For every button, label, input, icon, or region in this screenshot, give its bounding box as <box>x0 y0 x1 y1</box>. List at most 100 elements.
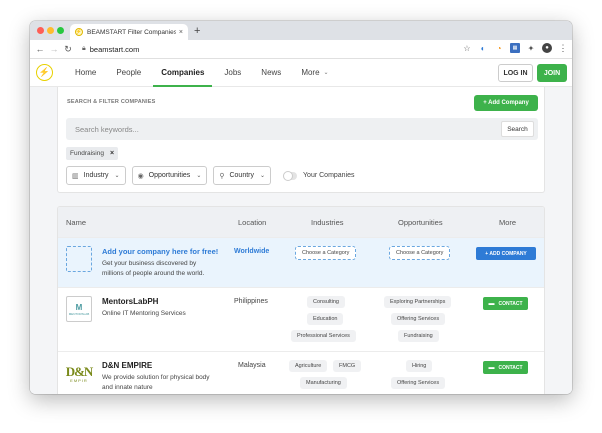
company-location: Philippines <box>234 298 268 305</box>
kebab-menu-icon[interactable]: ⋮ <box>558 43 568 53</box>
logo-subtext: MENTORSLAB <box>68 311 90 316</box>
table-row-promo: Add your company here for free! Get your… <box>58 237 544 287</box>
opportunities-dropdown[interactable]: ◉ Opportunities ⌄ <box>131 166 208 185</box>
promo-location: Worldwide <box>234 248 270 255</box>
nav-companies[interactable]: Companies <box>151 59 214 87</box>
url-field[interactable]: beamstart.com <box>90 45 140 54</box>
login-button[interactable]: LOG IN <box>498 64 533 82</box>
industry-pill[interactable]: Professional Services <box>291 330 356 342</box>
company-name[interactable]: MentorsLabPH <box>102 297 186 306</box>
chip-label: Fundraising <box>70 150 104 157</box>
promo-title[interactable]: Add your company here for free! <box>102 247 218 256</box>
nav-home[interactable]: Home <box>65 59 106 87</box>
maximize-window-button[interactable] <box>57 27 64 34</box>
opportunity-pill[interactable]: Offering Services <box>391 313 446 325</box>
industry-pill[interactable]: Agriculture <box>289 360 328 372</box>
beamstart-logo[interactable]: ⚡ <box>36 64 53 81</box>
your-companies-toggle[interactable] <box>283 170 298 181</box>
join-button[interactable]: JOIN <box>537 64 567 82</box>
header-name: Name <box>66 218 87 227</box>
minimize-window-button[interactable] <box>47 27 54 34</box>
filter-title: SEARCH & FILTER COMPANIES <box>67 99 156 105</box>
filter-dropdowns: ▥ Industry ⌄ ◉ Opportunities ⌄ ⚲ Country… <box>66 166 355 185</box>
industry-pill[interactable]: Education <box>307 313 344 325</box>
company-name[interactable]: D&N EMPIRE <box>102 361 210 370</box>
contact-button[interactable]: ▬ CONTACT <box>483 297 528 310</box>
extension-ms-icon[interactable]: ▦ <box>510 43 520 53</box>
opportunity-pill[interactable]: Hiring <box>406 360 433 372</box>
industry-pill[interactable]: Manufacturing <box>300 377 347 389</box>
chip-remove-icon[interactable]: × <box>110 150 114 157</box>
country-dropdown[interactable]: ⚲ Country ⌄ <box>213 166 272 185</box>
industry-pill[interactable]: FMCG <box>333 360 362 372</box>
company-logo[interactable]: D&N EMPIR <box>66 360 94 386</box>
chat-icon: ▬ <box>488 300 495 307</box>
header-location: Location <box>238 218 267 227</box>
chevron-down-icon: ⌄ <box>196 173 202 179</box>
logo-placeholder[interactable] <box>66 246 92 272</box>
logo-letter: M <box>75 302 83 312</box>
choose-industry-pill[interactable]: Choose a Category <box>295 246 357 260</box>
company-desc: Online IT Mentoring Services <box>102 310 186 317</box>
nav-more-label: More <box>301 68 320 77</box>
promo-desc-line1: Get your business discovered by <box>102 260 197 267</box>
nav-people[interactable]: People <box>106 59 151 87</box>
choose-opportunity-pill[interactable]: Choose a Category <box>389 246 451 260</box>
close-window-button[interactable] <box>37 27 44 34</box>
filter-chip-fundraising: Fundraising × <box>66 147 119 160</box>
your-companies-toggle-wrap: Your Companies <box>283 170 355 181</box>
contact-button[interactable]: ▬ CONTACT <box>483 361 528 374</box>
map-pin-icon: ⚲ <box>219 172 225 180</box>
main-nav: Home People Companies Jobs News More ⌄ <box>65 59 339 87</box>
forward-icon[interactable]: → <box>48 44 60 54</box>
address-bar: ← → ↻ 🔒︎ beamstart.com ☆ ◐ ◔ ▦ ✦ ● ⋮ <box>30 40 572 59</box>
opportunity-pill[interactable]: Fundraising <box>398 330 439 342</box>
target-icon: ◉ <box>137 172 144 180</box>
industry-pill[interactable]: Consulting <box>307 296 345 308</box>
chevron-down-icon: ⌄ <box>323 70 329 76</box>
opportunity-pill[interactable]: Exploring Partnerships <box>384 296 452 308</box>
logo-subtext: EMPIR <box>70 377 88 383</box>
company-logo[interactable]: M MENTORSLAB <box>66 296 92 322</box>
contact-label: CONTACT <box>498 364 523 371</box>
company-desc-line2: and innate nature <box>102 384 153 391</box>
search-bar: Search <box>66 118 538 140</box>
chevron-down-icon: ⌄ <box>114 173 120 179</box>
beamstart-favicon-icon: ⚡ <box>75 28 83 36</box>
table-row: D&N EMPIR D&N EMPIRE We provide solution… <box>58 351 544 394</box>
search-input[interactable] <box>66 118 496 140</box>
contact-label: CONTACT <box>498 300 523 307</box>
industry-dropdown[interactable]: ▥ Industry ⌄ <box>66 166 126 185</box>
puzzle-icon[interactable]: ✦ <box>526 43 536 53</box>
your-companies-label: Your Companies <box>303 172 355 179</box>
star-icon[interactable]: ☆ <box>462 43 472 53</box>
table-header: Name Location Industries Opportunities M… <box>58 207 544 237</box>
new-tab-button[interactable]: + <box>194 24 200 38</box>
tab-title: BEAMSTART Filter Companies <box>87 28 176 36</box>
opportunity-pill[interactable]: Offering Services <box>391 377 446 389</box>
nav-more[interactable]: More ⌄ <box>291 59 338 87</box>
building-icon: ▥ <box>72 172 79 180</box>
rss-icon[interactable]: ◔ <box>494 43 504 53</box>
search-button[interactable]: Search <box>501 121 534 137</box>
add-company-row-button[interactable]: + ADD COMPANY <box>476 247 536 260</box>
company-desc-line1: We provide solution for physical body <box>102 374 210 381</box>
chat-icon: ▬ <box>488 364 495 371</box>
promo-desc-line2: millions of people around the world. <box>102 270 205 277</box>
profile-avatar-icon[interactable]: ● <box>542 43 552 53</box>
nav-jobs[interactable]: Jobs <box>214 59 251 87</box>
browser-tab[interactable]: ⚡ BEAMSTART Filter Companies × <box>70 24 188 40</box>
browser-window: ⚡ BEAMSTART Filter Companies × + ← → ↻ 🔒… <box>30 21 572 394</box>
back-icon[interactable]: ← <box>34 44 46 54</box>
tab-close-icon[interactable]: × <box>179 29 183 36</box>
header-industries: Industries <box>311 218 344 227</box>
page-content: SEARCH & FILTER COMPANIES + Add Company … <box>30 87 572 394</box>
tab-strip: ⚡ BEAMSTART Filter Companies × + <box>30 21 572 40</box>
add-company-button[interactable]: + Add Company <box>474 95 538 111</box>
extension-blue-icon[interactable]: ◐ <box>478 43 488 53</box>
table-row: M MENTORSLAB MentorsLabPH Online IT Ment… <box>58 287 544 351</box>
industry-label: Industry <box>83 172 109 179</box>
country-label: Country <box>229 172 254 179</box>
nav-news[interactable]: News <box>251 59 291 87</box>
reload-icon[interactable]: ↻ <box>62 44 74 55</box>
